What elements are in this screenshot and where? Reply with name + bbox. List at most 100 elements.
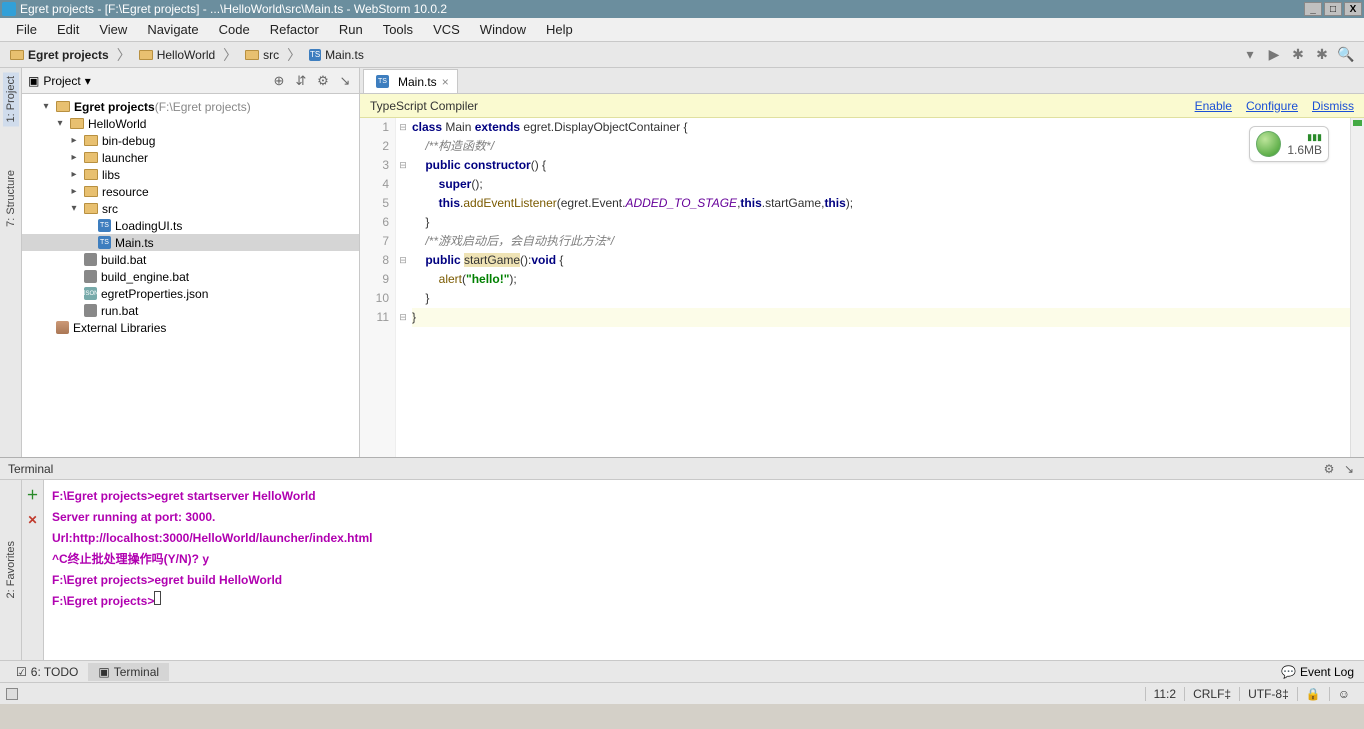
terminal-settings-icon[interactable]: ⚙ <box>1322 462 1336 476</box>
fold-column[interactable]: ⊟⊟⊟⊟ <box>396 118 410 457</box>
tree-label: Main.ts <box>115 236 154 250</box>
left-tool-rail: 1: Project 7: Structure <box>0 68 22 457</box>
favorites-tool-tab[interactable]: 2: Favorites <box>0 480 22 660</box>
project-panel-title[interactable]: ▣ Project ▾ <box>28 74 91 88</box>
ts-file-icon: TS <box>376 75 389 88</box>
status-bar: 11:2 CRLF‡ UTF-8‡ 🔒 ☺ <box>0 682 1364 704</box>
tree-label: External Libraries <box>73 321 166 335</box>
lock-icon[interactable]: 🔒 <box>1297 687 1329 701</box>
scroll-from-source-icon[interactable]: ⊕ <box>271 73 287 89</box>
tree-node-bin-debug[interactable]: ▸ bin-debug <box>22 132 359 149</box>
tree-label: HelloWorld <box>88 117 146 131</box>
folder-icon <box>84 169 98 180</box>
menu-vcs[interactable]: VCS <box>423 19 470 40</box>
maximize-button[interactable]: □ <box>1324 2 1342 16</box>
event-log-icon: 💬 <box>1281 665 1296 679</box>
menu-edit[interactable]: Edit <box>47 19 89 40</box>
folder-icon <box>84 186 98 197</box>
menu-help[interactable]: Help <box>536 19 583 40</box>
cursor-position[interactable]: 11:2 <box>1145 687 1184 701</box>
search-icon[interactable]: 🔍 <box>1338 47 1354 63</box>
expand-icon[interactable]: ▸ <box>68 152 80 163</box>
editor-tab-main[interactable]: TS Main.ts × <box>363 69 458 93</box>
tab-icon: ☑ <box>16 665 27 679</box>
close-tab-icon[interactable]: × <box>442 75 449 89</box>
menu-tools[interactable]: Tools <box>373 19 423 40</box>
menu-file[interactable]: File <box>6 19 47 40</box>
status-indicator-icon[interactable] <box>6 688 18 700</box>
menu-code[interactable]: Code <box>209 19 260 40</box>
tree-label: build_engine.bat <box>101 270 189 284</box>
run-icon[interactable]: ▶ <box>1266 47 1282 63</box>
editor-scrollbar[interactable] <box>1350 118 1364 457</box>
debug-icon[interactable]: ✱ <box>1290 47 1306 63</box>
tree-node-launcher[interactable]: ▸ launcher <box>22 149 359 166</box>
menu-run[interactable]: Run <box>329 19 373 40</box>
expand-icon[interactable]: ▾ <box>40 101 52 112</box>
tree-node-loadingui-ts[interactable]: TSLoadingUI.ts <box>22 217 359 234</box>
tree-node-run-bat[interactable]: run.bat <box>22 302 359 319</box>
tree-label: libs <box>102 168 120 182</box>
project-tree[interactable]: ▾Egret projects (F:\Egret projects)▾Hell… <box>22 94 359 457</box>
breadcrumb-helloworld[interactable]: HelloWorld <box>133 46 221 64</box>
code-content[interactable]: class Main extends egret.DisplayObjectCo… <box>410 118 1350 457</box>
settings-icon[interactable]: ⚙ <box>315 73 331 89</box>
folder-icon <box>245 50 259 60</box>
notice-dismiss-link[interactable]: Dismiss <box>1312 99 1354 113</box>
expand-icon[interactable]: ▸ <box>68 135 80 146</box>
tree-label: launcher <box>102 151 148 165</box>
minimize-button[interactable]: _ <box>1304 2 1322 16</box>
collapse-all-icon[interactable]: ⇵ <box>293 73 309 89</box>
stop-icon[interactable]: ✱ <box>1314 47 1330 63</box>
menu-navigate[interactable]: Navigate <box>137 19 208 40</box>
terminal-title: Terminal <box>8 462 53 476</box>
new-terminal-icon[interactable]: ＋ <box>26 486 38 503</box>
close-button[interactable]: X <box>1344 2 1362 16</box>
expand-icon[interactable]: ▾ <box>54 118 66 129</box>
notice-enable-link[interactable]: Enable <box>1195 99 1232 113</box>
tree-node-resource[interactable]: ▸resource <box>22 183 359 200</box>
typescript-notice: TypeScript Compiler Enable Configure Dis… <box>360 94 1364 118</box>
file-encoding[interactable]: UTF-8‡ <box>1239 687 1297 701</box>
hide-panel-icon[interactable]: ↘ <box>337 73 353 89</box>
line-separator[interactable]: CRLF‡ <box>1184 687 1239 701</box>
tab-icon: ▣ <box>98 665 109 679</box>
breadcrumb-bar: Egret projects〉HelloWorld〉src〉TSMain.ts … <box>0 42 1364 68</box>
line-gutter: 1234567891011 <box>360 118 396 457</box>
code-editor[interactable]: 1234567891011 ⊟⊟⊟⊟ class Main extends eg… <box>360 118 1364 457</box>
run-config-dropdown-icon[interactable]: ▾ <box>1242 47 1258 63</box>
tree-label: bin-debug <box>102 134 155 148</box>
breadcrumb-main-ts[interactable]: TSMain.ts <box>303 46 370 64</box>
terminal-hide-icon[interactable]: ↘ <box>1342 462 1356 476</box>
menu-view[interactable]: View <box>89 19 137 40</box>
notice-configure-link[interactable]: Configure <box>1246 99 1298 113</box>
tree-node-libs[interactable]: ▸ libs <box>22 166 359 183</box>
tree-node-egretproperties-json[interactable]: JSONegretProperties.json <box>22 285 359 302</box>
memory-indicator[interactable]: ▮▮▮ 1.6MB <box>1249 126 1329 162</box>
tree-node-src[interactable]: ▾src <box>22 200 359 217</box>
inspection-icon[interactable]: ☺ <box>1329 687 1358 701</box>
close-terminal-icon[interactable]: ✕ <box>27 513 37 527</box>
ts-icon: TS <box>309 49 321 61</box>
tree-node-build-bat[interactable]: build.bat <box>22 251 359 268</box>
expand-icon[interactable]: ▾ <box>68 203 80 214</box>
terminal-output[interactable]: F:\Egret projects>egret startserver Hell… <box>44 480 1364 660</box>
expand-icon[interactable]: ▸ <box>68 186 80 197</box>
structure-tool-tab[interactable]: 7: Structure <box>3 166 19 231</box>
event-log-tab[interactable]: Event Log <box>1300 665 1354 679</box>
breadcrumb-src[interactable]: src <box>239 46 285 64</box>
tree-node-helloworld[interactable]: ▾ HelloWorld <box>22 115 359 132</box>
bottom-tab-6-todo[interactable]: ☑6: TODO <box>6 663 88 681</box>
tree-node-egret-projects[interactable]: ▾Egret projects (F:\Egret projects) <box>22 98 359 115</box>
tree-node-main-ts[interactable]: TSMain.ts <box>22 234 359 251</box>
breadcrumb-egret-projects[interactable]: Egret projects <box>4 46 115 64</box>
folder-icon <box>56 101 70 112</box>
tree-label: egretProperties.json <box>101 287 208 301</box>
menu-refactor[interactable]: Refactor <box>260 19 329 40</box>
bottom-tab-terminal[interactable]: ▣Terminal <box>88 663 169 681</box>
tree-node-external-libraries[interactable]: External Libraries <box>22 319 359 336</box>
tree-node-build_engine-bat[interactable]: build_engine.bat <box>22 268 359 285</box>
menu-window[interactable]: Window <box>470 19 536 40</box>
expand-icon[interactable]: ▸ <box>68 169 80 180</box>
project-tool-tab[interactable]: 1: Project <box>3 72 19 126</box>
